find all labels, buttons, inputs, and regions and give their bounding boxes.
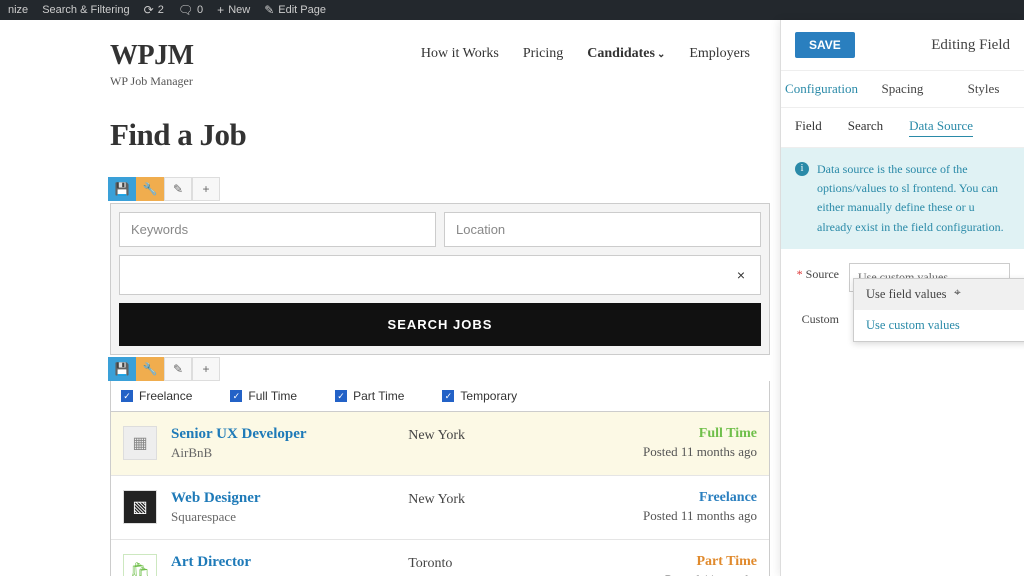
job-location: Toronto: [408, 554, 557, 572]
cursor-icon: ⌖: [954, 285, 961, 300]
subtab-field[interactable]: Field: [795, 118, 822, 137]
comment-icon: 🗨: [178, 3, 193, 17]
job-title[interactable]: Web Designer: [171, 490, 394, 507]
info-icon: i: [795, 162, 809, 176]
job-title[interactable]: Art Director: [171, 554, 394, 571]
builder-add-icon[interactable]: +: [192, 177, 220, 201]
search-jobs-button[interactable]: SEARCH JOBS: [119, 303, 761, 346]
panel-tabs: Configuration Spacing Styles: [781, 71, 1024, 108]
job-posted: Posted 11 months: [571, 572, 757, 576]
admin-search-filtering[interactable]: Search & Filtering: [42, 4, 129, 16]
job-type-badge: Full Time: [571, 426, 757, 442]
admin-customize[interactable]: nize: [8, 4, 28, 16]
job-company: Squarespace: [171, 509, 394, 525]
builder-toolbar-list: 💾 🔧 ✎ +: [108, 357, 770, 381]
editing-field-panel: SAVE Editing Field Configuration Spacing…: [780, 20, 1024, 576]
job-location: New York: [408, 490, 557, 508]
job-type-filters: ✓Freelance ✓Full Time ✓Part Time ✓Tempor…: [110, 381, 770, 412]
source-label: * Source: [795, 263, 839, 282]
panel-title: Editing Field: [931, 37, 1010, 54]
job-posted: Posted 11 months ago: [571, 508, 757, 524]
job-list: ▦ Senior UX Developer AirBnB New York Full T…: [110, 412, 770, 576]
builder-edit-icon[interactable]: ✎: [164, 357, 192, 381]
job-location: New York: [408, 426, 557, 444]
info-callout: i Data source is the source of the optio…: [781, 148, 1024, 249]
source-dropdown: Use field values ⌖ Use custom values: [853, 278, 1024, 342]
job-type-badge: Freelance: [571, 490, 757, 506]
subtab-search[interactable]: Search: [848, 118, 883, 137]
location-input[interactable]: Location: [444, 212, 761, 247]
company-logo: 🛍: [123, 554, 157, 576]
builder-save-icon[interactable]: 💾: [108, 357, 136, 381]
wp-admin-bar: nize Search & Filtering ⟳2 🗨0 +New ✎Edit…: [0, 0, 1024, 20]
site-tagline: WP Job Manager: [110, 74, 194, 89]
dropdown-option-custom-values[interactable]: Use custom values: [854, 310, 1024, 341]
site-title: WPJM: [110, 40, 194, 72]
builder-toolbar-search: 💾 🔧 ✎ +: [108, 177, 770, 201]
checkbox-icon: ✓: [121, 390, 133, 402]
nav-employers[interactable]: Employers: [689, 46, 750, 62]
pencil-icon: ✎: [264, 3, 274, 17]
nav-how-it-works[interactable]: How it Works: [421, 46, 499, 62]
info-text: Data source is the source of the options…: [817, 160, 1010, 237]
admin-edit-page[interactable]: ✎Edit Page: [264, 3, 326, 17]
dropdown-option-field-values[interactable]: Use field values ⌖: [854, 279, 1024, 310]
checkbox-icon: ✓: [442, 390, 454, 402]
builder-save-icon[interactable]: 💾: [108, 177, 136, 201]
job-posted: Posted 11 months ago: [571, 444, 757, 460]
keywords-input[interactable]: Keywords: [119, 212, 436, 247]
page-title: Find a Job: [110, 117, 770, 153]
job-search-form: Keywords Location × SEARCH JOBS: [110, 203, 770, 355]
tab-styles[interactable]: Styles: [943, 71, 1024, 107]
plus-icon: +: [217, 3, 224, 17]
category-select[interactable]: ×: [119, 255, 761, 295]
nav-pricing[interactable]: Pricing: [523, 46, 563, 62]
subtab-data-source[interactable]: Data Source: [909, 118, 973, 137]
clear-icon[interactable]: ×: [733, 267, 749, 283]
checkbox-icon: ✓: [230, 390, 242, 402]
tab-configuration[interactable]: Configuration: [781, 71, 862, 107]
job-title[interactable]: Senior UX Developer: [171, 426, 394, 443]
admin-updates[interactable]: ⟳2: [144, 3, 164, 17]
admin-comments[interactable]: 🗨0: [178, 3, 203, 17]
builder-add-icon[interactable]: +: [192, 357, 220, 381]
custom-label: Custom: [795, 308, 839, 327]
job-row[interactable]: ▧ Web Designer Squarespace New York Freelanc…: [111, 476, 769, 540]
admin-new[interactable]: +New: [217, 3, 250, 17]
builder-wrench-icon[interactable]: 🔧: [136, 177, 164, 201]
company-logo: ▦: [123, 426, 157, 460]
builder-edit-icon[interactable]: ✎: [164, 177, 192, 201]
chevron-down-icon: ⌄: [657, 49, 665, 60]
site-header: WPJM WP Job Manager How it Works Pricing…: [110, 40, 770, 89]
panel-subtabs: Field Search Data Source: [781, 108, 1024, 148]
primary-nav: How it Works Pricing Candidates⌄ Employe…: [421, 46, 750, 62]
job-row[interactable]: 🛍Art DirectorShopifyTorontoPart TimePost…: [111, 540, 769, 576]
checkbox-icon: ✓: [335, 390, 347, 402]
filter-parttime[interactable]: ✓Part Time: [335, 389, 404, 403]
refresh-icon: ⟳: [144, 3, 154, 17]
job-row[interactable]: ▦ Senior UX Developer AirBnB New York Full T…: [111, 412, 769, 476]
job-type-badge: Part Time: [571, 554, 757, 570]
panel-save-button[interactable]: SAVE: [795, 32, 855, 58]
job-company: AirBnB: [171, 445, 394, 461]
filter-fulltime[interactable]: ✓Full Time: [230, 389, 297, 403]
filter-freelance[interactable]: ✓Freelance: [121, 389, 192, 403]
company-logo: ▧: [123, 490, 157, 524]
filter-temporary[interactable]: ✓Temporary: [442, 389, 517, 403]
tab-spacing[interactable]: Spacing: [862, 71, 943, 107]
builder-wrench-icon[interactable]: 🔧: [136, 357, 164, 381]
nav-candidates[interactable]: Candidates⌄: [587, 46, 665, 62]
